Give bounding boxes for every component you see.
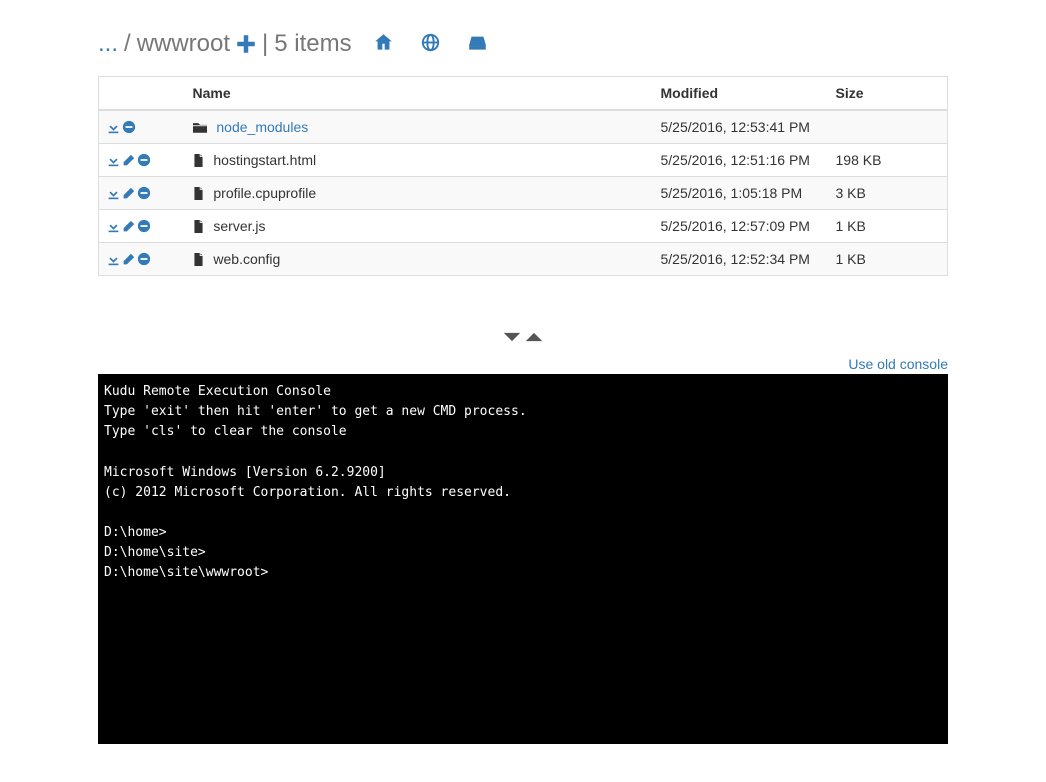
file-name: profile.cpuprofile (213, 185, 316, 201)
edit-icon[interactable] (122, 251, 135, 267)
table-row: node_modules 5/25/2016, 12:53:41 PM (99, 110, 948, 144)
delete-icon[interactable] (137, 152, 151, 168)
file-icon (193, 251, 204, 267)
file-icon (193, 218, 204, 234)
col-actions (99, 77, 185, 111)
breadcrumb-parent-link[interactable]: ... (98, 30, 118, 58)
chevron-down-icon (501, 326, 523, 352)
folder-icon (193, 119, 207, 135)
edit-icon[interactable] (122, 218, 135, 234)
file-icon (193, 185, 204, 201)
delete-icon[interactable] (122, 119, 136, 135)
breadcrumb: ... / wwwroot | 5 items (98, 30, 948, 58)
modified-cell: 5/25/2016, 12:52:34 PM (653, 243, 828, 276)
file-name: hostingstart.html (213, 152, 316, 168)
file-icon (193, 152, 204, 168)
file-name: web.config (213, 251, 280, 267)
delete-icon[interactable] (137, 185, 151, 201)
col-size: Size (828, 77, 948, 111)
download-icon[interactable] (107, 119, 120, 135)
download-icon[interactable] (107, 251, 120, 267)
size-cell: 3 KB (828, 177, 948, 210)
breadcrumb-separator: / (124, 30, 131, 58)
col-name: Name (185, 77, 653, 111)
modified-cell: 5/25/2016, 12:53:41 PM (653, 110, 828, 144)
size-cell: 198 KB (828, 144, 948, 177)
download-icon[interactable] (107, 218, 120, 234)
pane-resizer[interactable] (98, 326, 948, 352)
delete-icon[interactable] (137, 218, 151, 234)
download-icon[interactable] (107, 152, 120, 168)
file-table: Name Modified Size node_modules 5/25/2016… (98, 76, 948, 276)
edit-icon[interactable] (122, 152, 135, 168)
home-icon[interactable] (374, 33, 393, 56)
table-row: profile.cpuprofile 5/25/2016, 1:05:18 PM3… (99, 177, 948, 210)
size-cell (828, 110, 948, 144)
chevron-up-icon (523, 326, 545, 352)
modified-cell: 5/25/2016, 12:51:16 PM (653, 144, 828, 177)
delete-icon[interactable] (137, 251, 151, 267)
modified-cell: 5/25/2016, 12:57:09 PM (653, 210, 828, 243)
globe-icon[interactable] (421, 33, 440, 56)
use-old-console-link[interactable]: Use old console (848, 356, 948, 372)
modified-cell: 5/25/2016, 1:05:18 PM (653, 177, 828, 210)
add-button[interactable] (236, 32, 256, 57)
size-cell: 1 KB (828, 210, 948, 243)
table-row: server.js 5/25/2016, 12:57:09 PM1 KB (99, 210, 948, 243)
size-cell: 1 KB (828, 243, 948, 276)
file-name: server.js (213, 218, 265, 234)
breadcrumb-divider: | (262, 30, 268, 58)
breadcrumb-current: wwwroot (137, 30, 230, 58)
folder-link[interactable]: node_modules (216, 119, 308, 135)
console-output[interactable]: Kudu Remote Execution Console Type 'exit… (98, 374, 948, 744)
edit-icon[interactable] (122, 185, 135, 201)
table-row: web.config 5/25/2016, 12:52:34 PM1 KB (99, 243, 948, 276)
table-row: hostingstart.html 5/25/2016, 12:51:16 PM1… (99, 144, 948, 177)
download-icon[interactable] (107, 185, 120, 201)
disk-icon[interactable] (468, 33, 487, 56)
col-modified: Modified (653, 77, 828, 111)
item-count: 5 items (274, 30, 351, 58)
